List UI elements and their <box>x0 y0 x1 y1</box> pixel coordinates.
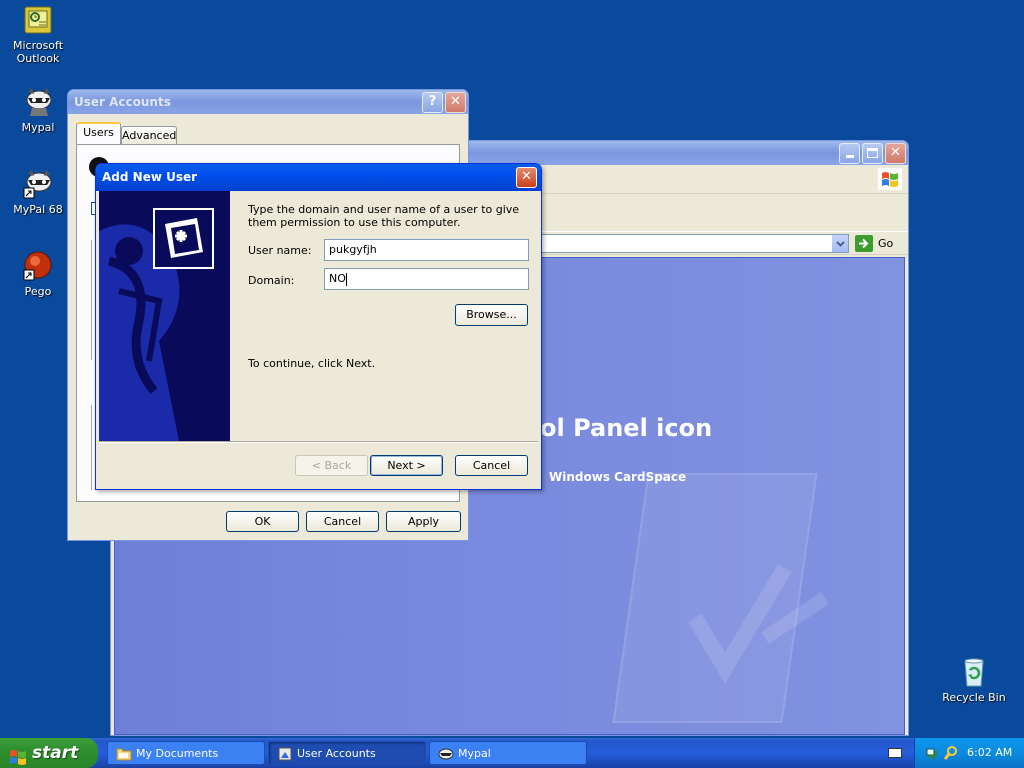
close-icon: ✕ <box>890 145 901 160</box>
minimize-icon <box>845 155 854 158</box>
start-label: start <box>32 743 79 763</box>
text-cursor <box>345 272 347 286</box>
taskbar-item-my-documents[interactable]: My Documents <box>107 741 265 765</box>
divider <box>99 441 538 443</box>
address-dropdown-button[interactable] <box>831 235 848 252</box>
desktop-icon-outlook[interactable]: Microsoft Outlook <box>0 4 76 65</box>
ok-button[interactable]: OK <box>226 511 299 532</box>
tab-label: Advanced <box>122 129 177 142</box>
raccoon-icon <box>22 86 54 118</box>
taskbar: start My Documents User Accounts Mypal 6… <box>0 738 1024 768</box>
apply-button[interactable]: Apply <box>386 511 461 532</box>
outlook-icon <box>22 4 54 36</box>
close-button[interactable]: ✕ <box>885 143 906 164</box>
desktop-icon-pego[interactable]: Pego <box>0 250 76 298</box>
control-panel-heading: ol Panel icon <box>540 414 713 442</box>
windows-flag-icon <box>9 745 27 765</box>
username-input[interactable]: pukgyfjh <box>324 239 529 261</box>
cancel-button[interactable]: Cancel <box>306 511 379 532</box>
domain-value: NO <box>329 272 346 285</box>
system-tray: 6:02 AM <box>914 738 1024 768</box>
maximize-button[interactable] <box>862 143 883 164</box>
continue-text: To continue, click Next. <box>248 357 376 370</box>
pego-icon <box>22 250 54 282</box>
tab-label: Users <box>83 126 114 139</box>
wizard-banner <box>99 191 230 441</box>
desktop-icon-recycle-bin[interactable]: Recycle Bin <box>936 656 1012 704</box>
window-title: User Accounts <box>74 95 171 109</box>
folder-icon <box>116 746 132 762</box>
network-icon[interactable] <box>925 745 941 761</box>
chevron-down-icon <box>836 241 845 247</box>
desktop-icon-label: Recycle Bin <box>942 691 1006 704</box>
taskbar-item-user-accounts[interactable]: User Accounts <box>268 741 426 765</box>
close-icon: ✕ <box>450 94 461 109</box>
raccoon-icon <box>438 746 454 762</box>
cardspace-link[interactable]: Windows CardSpace <box>549 470 686 484</box>
go-arrow-icon <box>855 235 873 252</box>
tab-advanced[interactable]: Advanced <box>121 126 177 145</box>
desktop-icon-label: Pego <box>24 285 52 298</box>
desktop-icon-label: Microsoft <box>12 39 64 52</box>
search-icon[interactable] <box>943 745 959 761</box>
recycle-bin-icon <box>958 656 990 688</box>
desktop-icon-mypal68[interactable]: MyPal 68 <box>0 168 76 216</box>
key-user-icon <box>153 208 214 269</box>
desktop-icon-label: MyPal 68 <box>13 203 63 216</box>
raccoon-shortcut-icon <box>22 168 54 200</box>
close-button[interactable]: ✕ <box>445 92 466 113</box>
user-accounts-titlebar: User Accounts ? ✕ <box>68 90 468 114</box>
go-button[interactable]: Go <box>853 234 903 253</box>
add-new-user-dialog: Add New User ✕ Type the domain and user … <box>95 163 542 490</box>
desktop-icon-label: Mypal <box>21 121 55 134</box>
username-label: User name: <box>248 244 312 257</box>
tab-users[interactable]: Users <box>76 122 121 144</box>
maximize-icon <box>867 148 878 158</box>
windows-flag-icon <box>878 168 902 190</box>
add-new-user-titlebar: Add New User ✕ <box>96 164 541 191</box>
close-icon: ✕ <box>521 169 532 184</box>
help-icon: ? <box>428 94 437 109</box>
domain-input[interactable]: NO <box>324 268 529 290</box>
taskbar-item-mypal[interactable]: Mypal <box>429 741 587 765</box>
instructions-text: Type the domain and user name of a user … <box>248 203 520 229</box>
task-label: User Accounts <box>297 747 376 760</box>
watermark-checkmark-icon <box>688 563 829 684</box>
desktop-icon-mypal[interactable]: Mypal <box>0 86 76 134</box>
cancel-button[interactable]: Cancel <box>455 455 528 476</box>
browse-button[interactable]: Browse... <box>455 304 528 326</box>
desktop-icon-label: Outlook <box>16 52 60 65</box>
start-button[interactable]: start <box>0 738 98 768</box>
back-button[interactable]: < Back <box>295 455 368 476</box>
next-button[interactable]: Next > <box>370 455 443 476</box>
minimize-button[interactable] <box>839 143 860 164</box>
help-button[interactable]: ? <box>422 92 443 113</box>
go-label: Go <box>878 237 894 250</box>
user-accounts-icon <box>277 746 293 762</box>
clock[interactable]: 6:02 AM <box>967 746 1012 759</box>
keyboard-icon[interactable] <box>888 748 902 758</box>
close-button[interactable]: ✕ <box>516 167 537 188</box>
task-label: My Documents <box>136 747 219 760</box>
domain-label: Domain: <box>248 274 295 287</box>
dialog-title: Add New User <box>102 170 198 184</box>
task-label: Mypal <box>458 747 491 760</box>
